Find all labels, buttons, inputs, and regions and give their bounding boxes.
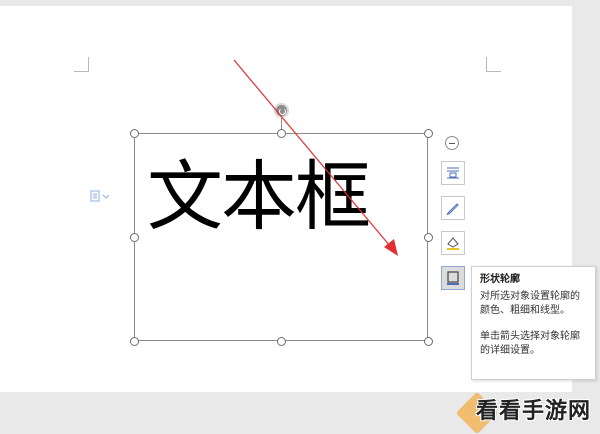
resize-handle-top-right[interactable]: [424, 129, 433, 138]
shape-outline-tooltip: 形状轮廓 对所选对象设置轮廓的颜色、粗细和线型。 单击箭头选择对象轮廓的详细设置…: [471, 266, 596, 380]
tooltip-hint: 单击箭头选择对象轮廓的详细设置。: [480, 331, 580, 356]
collapse-icon[interactable]: [445, 136, 459, 150]
layout-anchor-icon[interactable]: [90, 189, 114, 203]
text-box[interactable]: 文本框: [134, 133, 428, 341]
tooltip-description: 对所选对象设置轮廓的颜色、粗细和线型。: [480, 291, 580, 316]
resize-handle-top[interactable]: [277, 129, 286, 138]
tooltip-title: 形状轮廓: [480, 274, 520, 285]
shape-effect-icon: [447, 237, 459, 250]
resize-handle-left[interactable]: [130, 233, 139, 242]
shape-fill-button[interactable]: [441, 196, 465, 220]
resize-handle-top-left[interactable]: [130, 129, 139, 138]
watermark-text: 看看手游网: [476, 399, 592, 424]
resize-handle-bottom-right[interactable]: [424, 337, 433, 346]
margin-corner-top-left: [74, 57, 89, 72]
resize-handle-right[interactable]: [424, 233, 433, 242]
margin-corner-top-right: [486, 57, 501, 72]
text-wrap-icon: [447, 167, 459, 179]
shape-outline-icon: [447, 271, 459, 285]
shape-fill-pen-icon: [446, 203, 459, 216]
text-box-content[interactable]: 文本框: [147, 152, 371, 242]
text-wrap-button[interactable]: [441, 161, 465, 185]
site-watermark: 看看手游网: [455, 391, 598, 434]
shape-outline-button[interactable]: [441, 266, 465, 290]
shape-effect-button[interactable]: [441, 231, 465, 255]
resize-handle-bottom-left[interactable]: [130, 337, 139, 346]
rotate-handle[interactable]: [274, 103, 289, 118]
resize-handle-bottom[interactable]: [277, 337, 286, 346]
